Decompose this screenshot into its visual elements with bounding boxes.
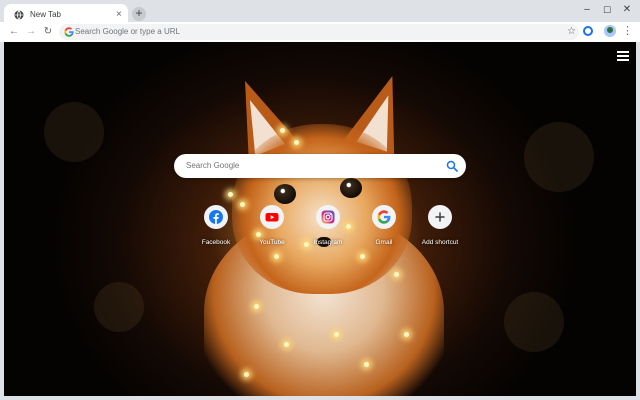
new-tab-button[interactable]: + [132,7,146,21]
shortcut-label: Instagram [313,239,343,246]
google-icon [377,210,391,224]
add-shortcut-button[interactable]: Add shortcut [412,205,468,255]
google-icon [64,27,74,37]
shortcut-label: Gmail [375,239,393,246]
instagram-icon [321,210,335,224]
shortcut-gmail[interactable]: Gmail [356,205,412,255]
back-button[interactable]: ← [7,25,21,39]
close-window-button[interactable]: ✕ [620,4,634,16]
shortcut-instagram[interactable]: Instagram [300,205,356,255]
shortcut-label: YouTube [259,239,285,246]
minimize-button[interactable]: – [580,4,594,16]
facebook-icon [209,210,223,224]
shortcut-label: Add shortcut [421,239,459,246]
omnibox-input[interactable]: Search Google or type a URL [75,26,180,38]
extension-icon[interactable] [583,26,593,36]
shortcut-label: Facebook [201,239,231,246]
plus-icon [435,212,445,222]
forward-button[interactable]: → [24,25,38,39]
toolbar: ← → ↻ Search Google or type a URL ☆ ⋮ [0,22,640,42]
search-input[interactable]: Search Google [186,160,239,172]
shortcut-youtube[interactable]: YouTube [244,205,300,255]
omnibox[interactable]: Search Google or type a URL ☆ [59,24,579,40]
bookmark-star-icon[interactable]: ☆ [567,25,576,39]
tab-close-icon[interactable]: × [116,9,122,21]
browser-menu-icon[interactable]: ⋮ [622,24,633,38]
maximize-button[interactable]: ☐ [600,4,614,16]
shortcuts-grid: Facebook YouTube Instagram Gmail Add sho… [188,205,468,255]
globe-icon [14,10,24,20]
youtube-icon [265,213,279,222]
profile-avatar[interactable] [604,25,616,37]
tab-title: New Tab [30,10,61,19]
search-icon[interactable] [446,160,458,172]
shortcut-facebook[interactable]: Facebook [188,205,244,255]
customize-menu-icon[interactable] [617,51,629,63]
search-box[interactable]: Search Google [174,154,466,178]
new-tab-page: Search Google Facebook YouTube Instagram… [4,42,636,396]
reload-button[interactable]: ↻ [41,25,55,39]
